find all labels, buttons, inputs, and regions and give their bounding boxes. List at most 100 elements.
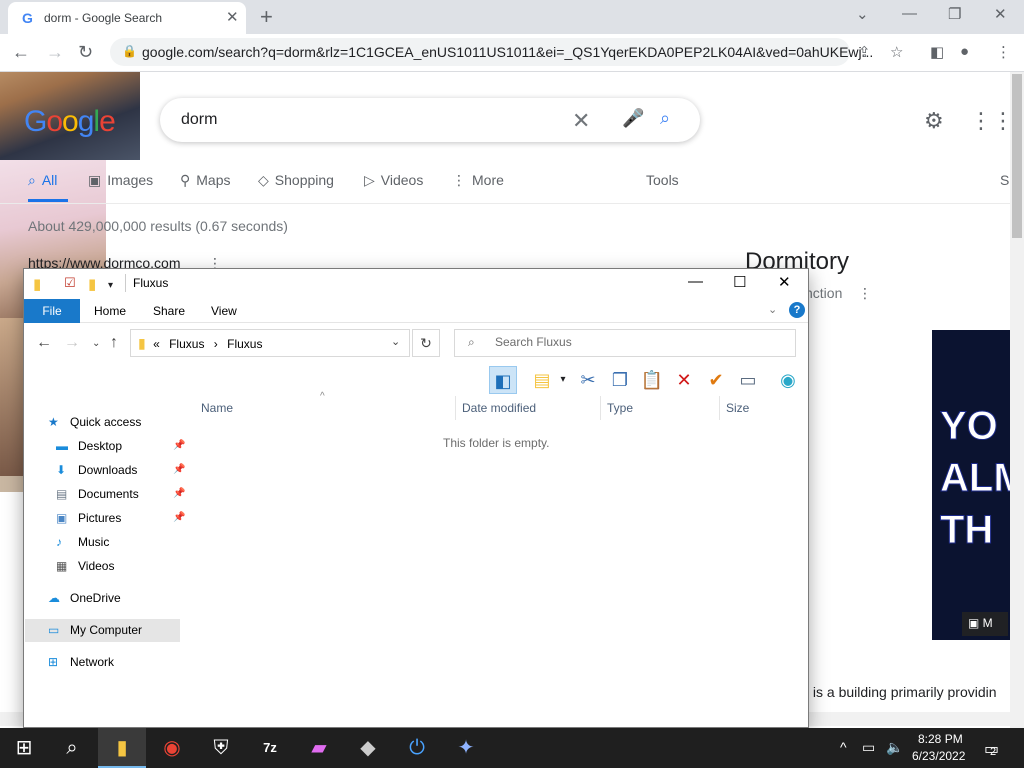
clock-date[interactable]: 6/23/2022 <box>912 749 965 763</box>
search-input[interactable]: dorm <box>181 111 217 129</box>
google-logo[interactable]: Google <box>24 105 116 139</box>
search-icon[interactable]: ⌕ <box>48 728 96 768</box>
reload-icon[interactable]: ↻ <box>78 42 93 63</box>
microphone-icon[interactable]: 🎤 <box>622 108 644 129</box>
explorer-minimize-icon[interactable]: — <box>688 273 703 290</box>
column-header-type[interactable]: Type <box>607 401 633 415</box>
column-header-name[interactable]: Name <box>201 401 233 415</box>
lock-icon[interactable]: 🔒 <box>122 44 137 58</box>
properties-checkbox-icon[interactable]: ☑ <box>64 275 76 291</box>
file-explorer-icon[interactable]: ▮ <box>98 728 146 768</box>
recent-locations-icon[interactable]: ⌄ <box>92 338 100 349</box>
column-header-size[interactable]: Size <box>726 401 749 415</box>
nav-item-onedrive[interactable]: ☁ OneDrive <box>48 591 121 605</box>
images-more-button[interactable]: ▣ M <box>962 612 1008 636</box>
minimize-icon[interactable]: — <box>902 5 917 22</box>
tab-videos[interactable]: ▷ Videos <box>364 172 423 189</box>
breadcrumb[interactable]: ▮ « Fluxus › Fluxus <box>138 335 262 352</box>
close-window-icon[interactable]: ✕ <box>994 5 1007 23</box>
url-text[interactable]: google.com/search?q=dorm&rlz=1C1GCEA_enU… <box>142 44 873 60</box>
explorer-close-icon[interactable]: ✕ <box>778 273 791 291</box>
nav-item-desktop[interactable]: ▬ Desktop 📌 <box>56 439 185 453</box>
search-box[interactable] <box>160 98 700 142</box>
search-icon[interactable]: ⌕ <box>660 108 670 129</box>
explorer-back-icon[interactable]: ← <box>36 334 52 352</box>
column-divider[interactable] <box>455 396 456 420</box>
nav-item-network[interactable]: ⊞ Network <box>48 655 114 669</box>
ribbon-tab-share[interactable]: Share <box>153 304 185 318</box>
tools-button[interactable]: Tools <box>646 172 679 188</box>
side-panel-icon[interactable]: ◧ <box>930 43 944 61</box>
back-icon[interactable]: ← <box>12 42 30 63</box>
show-hidden-icons-icon[interactable]: ^ <box>840 739 847 755</box>
properties-dropdown-icon[interactable]: ▾ <box>556 366 570 394</box>
bookmark-star-icon[interactable]: ☆ <box>890 43 903 61</box>
checkmark-icon[interactable]: ✔ <box>702 366 730 394</box>
nav-item-my-computer[interactable]: ▭ My Computer <box>48 623 142 637</box>
tab-all[interactable]: ⌕ All <box>28 172 57 189</box>
menu-kebab-icon[interactable]: ⋮ <box>996 43 1011 61</box>
new-folder-icon[interactable]: ▮ <box>88 275 96 293</box>
tab-search-icon[interactable]: ⌄ <box>856 5 869 23</box>
volume-icon[interactable]: 🔈 <box>886 739 903 756</box>
up-folder-icon[interactable]: ↑ <box>110 334 118 352</box>
nav-item-music[interactable]: ♪ Music <box>56 535 109 549</box>
tab-more[interactable]: ⋮ More <box>452 172 504 189</box>
nav-item-documents[interactable]: ▤ Documents 📌 <box>56 487 185 501</box>
tab-maps[interactable]: ⚲ Maps <box>180 172 231 189</box>
address-dropdown-icon[interactable]: ⌄ <box>391 335 400 348</box>
chrome-icon[interactable]: ◉ <box>148 728 196 768</box>
rename-icon[interactable]: ▭ <box>734 366 762 394</box>
page-scrollbar-thumb[interactable] <box>1012 74 1022 238</box>
shield-icon[interactable]: ⛨ <box>197 728 245 768</box>
roblox-icon[interactable]: ◆ <box>344 728 392 768</box>
help-icon[interactable]: ? <box>789 302 805 318</box>
breadcrumb-item[interactable]: Fluxus <box>169 337 204 351</box>
settings-gear-icon[interactable]: ⚙ <box>924 108 944 134</box>
explorer-search-input[interactable]: Search Fluxus <box>495 335 572 349</box>
column-header-date[interactable]: Date modified <box>462 401 536 415</box>
close-tab-icon[interactable]: ✕ <box>226 8 239 26</box>
new-tab-button[interactable]: + <box>260 4 273 30</box>
tab-shopping[interactable]: ◇ Shopping <box>258 172 334 189</box>
pin-icon[interactable]: 📌 <box>173 440 185 451</box>
browser-tab[interactable]: G dorm - Google Search ✕ <box>8 2 246 34</box>
shell-icon[interactable]: ◉ <box>774 366 802 394</box>
pin-icon[interactable]: 📌 <box>173 488 185 499</box>
start-icon[interactable]: ⊞ <box>0 728 48 768</box>
delete-icon[interactable]: ✕ <box>670 366 698 394</box>
tab-images[interactable]: ▣ Images <box>88 172 153 189</box>
profile-avatar-icon[interactable]: ● <box>960 43 969 60</box>
clock-time[interactable]: 8:28 PM <box>918 732 963 746</box>
copy-icon[interactable]: ❐ <box>606 366 634 394</box>
network-status-icon[interactable]: ▭ <box>862 739 875 756</box>
safe-search-edge-label[interactable]: S <box>1000 172 1009 188</box>
nav-item-videos[interactable]: ▦ Videos <box>56 559 114 573</box>
paste-icon[interactable]: 📋 <box>638 366 666 394</box>
knowledge-panel-more-icon[interactable]: ⋮ <box>858 285 872 302</box>
cut-icon[interactable]: ✂ <box>574 366 602 394</box>
column-divider[interactable] <box>719 396 720 420</box>
restore-icon[interactable]: ❐ <box>948 5 961 23</box>
power-icon[interactable]: ⏻ <box>393 728 441 768</box>
column-divider[interactable] <box>600 396 601 420</box>
refresh-icon[interactable]: ↻ <box>412 329 440 357</box>
nav-item-quick-access[interactable]: ★ Quick access <box>48 415 141 429</box>
clear-search-icon[interactable]: ✕ <box>572 108 590 134</box>
ribbon-tab-file[interactable]: File <box>24 299 80 323</box>
customize-toolbar-icon[interactable]: ▾ <box>108 280 113 291</box>
breadcrumb-item[interactable]: Fluxus <box>227 337 262 351</box>
explorer-forward-icon[interactable]: → <box>64 334 80 352</box>
nav-item-pictures[interactable]: ▣ Pictures 📌 <box>56 511 185 525</box>
google-apps-icon[interactable]: ⋮⋮ <box>970 108 1014 134</box>
expand-ribbon-icon[interactable]: ⌄ <box>768 303 777 316</box>
app-icon[interactable]: ▰ <box>295 728 343 768</box>
pin-icon[interactable]: 📌 <box>173 464 185 475</box>
ribbon-tab-view[interactable]: View <box>211 304 237 318</box>
nav-item-downloads[interactable]: ⬇ Downloads 📌 <box>56 463 185 477</box>
forward-icon[interactable]: → <box>46 42 64 63</box>
properties-folder-icon[interactable]: ▤ <box>528 366 556 394</box>
ribbon-tab-home[interactable]: Home <box>94 304 126 318</box>
share-icon[interactable]: ⇪ <box>858 43 871 61</box>
7zip-icon[interactable]: 7z <box>246 728 294 768</box>
